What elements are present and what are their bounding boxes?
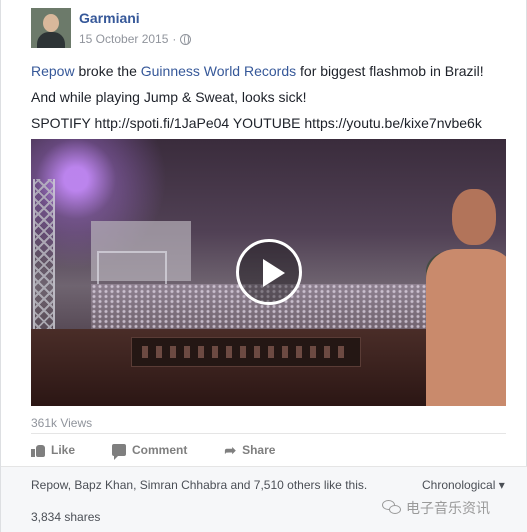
text-segment: SPOTIFY bbox=[31, 115, 95, 131]
video-player[interactable] bbox=[31, 139, 506, 406]
divider bbox=[31, 433, 506, 434]
likes-summary[interactable]: Repow, Bapz Khan, Simran Chhabra and 7,5… bbox=[31, 478, 367, 492]
share-arrow-icon: ➦ bbox=[224, 442, 237, 458]
dj-mixer bbox=[131, 337, 361, 367]
share-label: Share bbox=[242, 443, 276, 457]
comment-label: Comment bbox=[132, 443, 188, 457]
comment-button[interactable]: Comment bbox=[112, 440, 187, 460]
like-label: Like bbox=[51, 443, 76, 457]
post-text-line-2: And while playing Jump & Sweat, looks si… bbox=[31, 89, 307, 105]
wechat-icon bbox=[382, 500, 402, 516]
text-segment: for biggest flashmob in Brazil! bbox=[296, 63, 484, 79]
post-meta: 15 October 2015 · bbox=[79, 32, 192, 46]
author-name[interactable]: Garmiani bbox=[79, 10, 191, 26]
dj-head bbox=[452, 189, 496, 245]
dj-body bbox=[426, 249, 506, 406]
action-bar: Like Comment ➦ Share bbox=[31, 440, 312, 460]
watermark: 电子音乐资讯 bbox=[382, 498, 490, 518]
post-date[interactable]: 15 October 2015 bbox=[79, 32, 168, 46]
play-icon[interactable] bbox=[236, 239, 302, 305]
like-button[interactable]: Like bbox=[31, 440, 75, 460]
avatar-body-shape bbox=[37, 32, 65, 48]
thumbs-up-icon bbox=[31, 444, 45, 457]
avatar[interactable] bbox=[31, 8, 71, 48]
view-count: 361k Views bbox=[31, 416, 93, 430]
globe-icon[interactable] bbox=[180, 33, 192, 45]
avatar-head-shape bbox=[43, 14, 59, 32]
share-button[interactable]: ➦ Share bbox=[224, 440, 275, 460]
spotify-link[interactable]: http://spoti.fi/1JaPe04 bbox=[95, 115, 230, 131]
text-segment: YOUTUBE bbox=[229, 115, 305, 131]
share-count[interactable]: 3,834 shares bbox=[31, 510, 100, 524]
post-text-line-1: Repow broke the Guinness World Records f… bbox=[31, 58, 501, 84]
text-segment: broke the bbox=[74, 63, 141, 79]
post-card: Garmiani 15 October 2015 · Repow broke t… bbox=[0, 0, 527, 532]
watermark-text: 电子音乐资讯 bbox=[406, 500, 490, 516]
post-header: Garmiani 15 October 2015 · bbox=[31, 8, 192, 48]
post-text: Repow broke the Guinness World Records f… bbox=[31, 58, 501, 136]
mention-repow[interactable]: Repow bbox=[31, 63, 75, 79]
author-block: Garmiani 15 October 2015 · bbox=[79, 10, 192, 48]
post-text-line-3: SPOTIFY http://spoti.fi/1JaPe04 YOUTUBE … bbox=[31, 110, 501, 136]
youtube-link[interactable]: https://youtu.be/kixe7nvbe6k bbox=[304, 115, 481, 131]
mention-guinness[interactable]: Guinness World Records bbox=[141, 63, 296, 79]
dj-figure bbox=[406, 189, 506, 406]
meta-separator: · bbox=[172, 32, 177, 46]
comment-sort-dropdown[interactable]: Chronological ▾ bbox=[422, 478, 505, 492]
comment-icon bbox=[112, 444, 127, 460]
